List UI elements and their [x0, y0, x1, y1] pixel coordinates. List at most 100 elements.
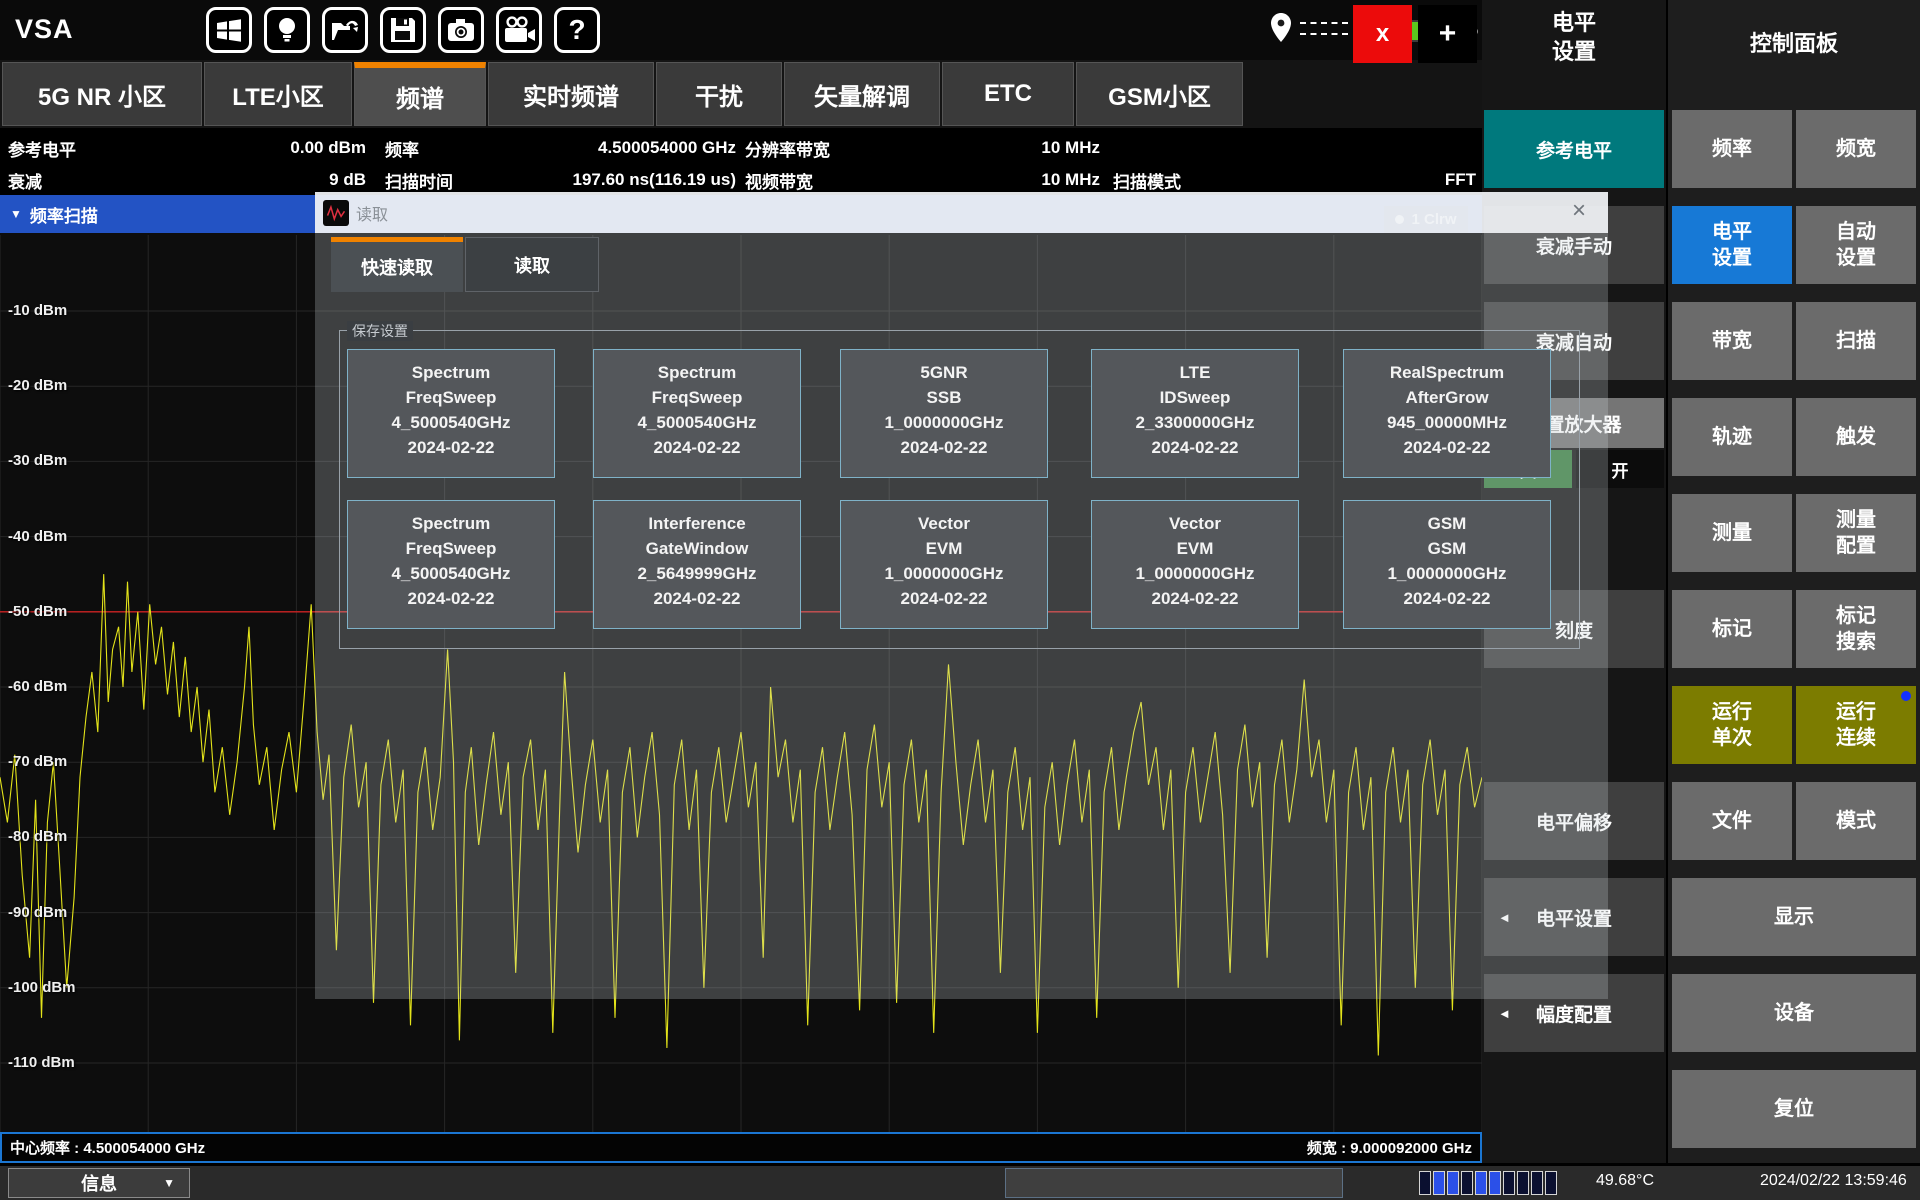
cp-button-运行连续[interactable]: 运行 连续 [1796, 686, 1916, 764]
tab-LTE小区[interactable]: LTE小区 [204, 62, 352, 126]
cp-button-测量配置[interactable]: 测量 配置 [1796, 494, 1916, 572]
add-tab-button[interactable]: + [1418, 5, 1477, 63]
cp-button-设备[interactable]: 设备 [1672, 974, 1916, 1052]
card-line: 2_3300000GHz [1092, 410, 1298, 435]
span-frequency: 频宽 : 9.000092000 GHz [1307, 1137, 1472, 1158]
saved-setting-card[interactable]: 5GNRSSB1_0000000GHz2024-02-22 [840, 349, 1048, 478]
tab-5G NR 小区[interactable]: 5G NR 小区 [2, 62, 202, 126]
card-line: Spectrum [348, 360, 554, 385]
saved-setting-card[interactable]: SpectrumFreqSweep4_5000540GHz2024-02-22 [347, 500, 555, 629]
clock: 2024/02/22 13:59:46 [1760, 1172, 1907, 1190]
camera-icon[interactable] [438, 7, 484, 53]
dialog-close-icon[interactable]: × [1572, 199, 1586, 223]
setting-分辨率带宽: 分辨率带宽10 MHz [745, 133, 1100, 163]
saved-setting-card[interactable]: RealSpectrumAfterGrow945_00000MHz2024-02… [1343, 349, 1551, 478]
cp-button-文件[interactable]: 文件 [1672, 782, 1792, 860]
card-line: 2024-02-22 [841, 435, 1047, 460]
cp-button-触发[interactable]: 触发 [1796, 398, 1916, 476]
info-dropdown[interactable]: 信息 ▼ [8, 1168, 190, 1198]
temperature: 49.68°C [1596, 1172, 1654, 1190]
card-line: 2024-02-22 [1092, 586, 1298, 611]
level-button-电平设置[interactable]: 电平设置◄ [1484, 878, 1664, 956]
control-panel-title: 控制面板 [1668, 26, 1920, 58]
close-tab-button[interactable]: x [1353, 5, 1412, 63]
setting-label: 频率 [385, 136, 419, 161]
card-line: FreqSweep [348, 385, 554, 410]
collapse-triangle-icon: ▼ [10, 207, 22, 221]
help-icon[interactable]: ? [554, 7, 600, 53]
saved-setting-card[interactable]: InterferenceGateWindow2_5649999GHz2024-0… [593, 500, 801, 629]
card-line: Vector [841, 511, 1047, 536]
dialog-tab-quick-load[interactable]: 快速读取 [331, 237, 463, 292]
saved-setting-card[interactable]: SpectrumFreqSweep4_5000540GHz2024-02-22 [347, 349, 555, 478]
saved-setting-card[interactable]: SpectrumFreqSweep4_5000540GHz2024-02-22 [593, 349, 801, 478]
cp-button-电平设置[interactable]: 电平 设置 [1672, 206, 1792, 284]
card-line: 4_5000540GHz [348, 410, 554, 435]
info-label: 信息 [81, 1170, 117, 1196]
cp-button-带宽[interactable]: 带宽 [1672, 302, 1792, 380]
card-line: 1_0000000GHz [1344, 561, 1550, 586]
cp-button-标记搜索[interactable]: 标记 搜索 [1796, 590, 1916, 668]
bulb-icon[interactable] [264, 7, 310, 53]
cp-button-频率[interactable]: 频率 [1672, 110, 1792, 188]
preamp-toggle-on[interactable]: 开 [1576, 450, 1664, 488]
tab-实时频谱[interactable]: 实时频谱 [488, 62, 654, 126]
location-pin-icon [1268, 12, 1294, 44]
y-axis-label: -60 dBm [8, 678, 67, 695]
saved-setting-card[interactable]: VectorEVM1_0000000GHz2024-02-22 [840, 500, 1048, 629]
card-line: FreqSweep [348, 536, 554, 561]
saved-setting-card[interactable]: VectorEVM1_0000000GHz2024-02-22 [1091, 500, 1299, 629]
tab-GSM小区[interactable]: GSM小区 [1076, 62, 1243, 126]
cp-button-运行单次[interactable]: 运行 单次 [1672, 686, 1792, 764]
activity-segment [1461, 1171, 1473, 1195]
level-button-电平偏移[interactable]: 电平偏移 [1484, 782, 1664, 860]
cp-button-轨迹[interactable]: 轨迹 [1672, 398, 1792, 476]
setting-label: 参考电平 [8, 136, 76, 161]
y-axis-label: -110 dBm [8, 1054, 75, 1071]
saved-setting-card[interactable]: LTEIDSweep2_3300000GHz2024-02-22 [1091, 349, 1299, 478]
cp-button-显示[interactable]: 显示 [1672, 878, 1916, 956]
cp-button-自动设置[interactable]: 自动 设置 [1796, 206, 1916, 284]
cp-button-模式[interactable]: 模式 [1796, 782, 1916, 860]
vsa-app: VSA ? 100% x + ▼ 频率扫描 1 Clrw [0, 0, 1920, 1200]
setting-label: 分辨率带宽 [745, 136, 830, 161]
setting-value: 10 MHz [1041, 170, 1100, 190]
saved-setting-card[interactable]: GSMGSM1_0000000GHz2024-02-22 [1343, 500, 1551, 629]
card-line: Vector [1092, 511, 1298, 536]
tab-频谱[interactable]: 频谱 [354, 62, 486, 126]
cp-button-扫描[interactable]: 扫描 [1796, 302, 1916, 380]
cp-button-标记[interactable]: 标记 [1672, 590, 1792, 668]
tab-ETC[interactable]: ETC [942, 62, 1074, 126]
cp-button-测量[interactable]: 测量 [1672, 494, 1792, 572]
card-line: EVM [841, 536, 1047, 561]
tab-矢量解调[interactable]: 矢量解调 [784, 62, 940, 126]
save-icon[interactable] [380, 7, 426, 53]
windows-icon[interactable] [206, 7, 252, 53]
y-axis-label: -20 dBm [8, 377, 67, 394]
setting-label: 扫描时间 [385, 168, 453, 193]
tab-干扰[interactable]: 干扰 [656, 62, 782, 126]
y-axis-label: -90 dBm [8, 904, 67, 921]
card-line: 945_00000MHz [1344, 410, 1550, 435]
cp-button-频宽[interactable]: 频宽 [1796, 110, 1916, 188]
activity-segment [1419, 1171, 1431, 1195]
setting-视频带宽: 视频带宽10 MHz [745, 165, 1100, 195]
video-icon[interactable] [496, 7, 542, 53]
y-axis-label: -100 dBm [8, 979, 76, 996]
card-line: EVM [1092, 536, 1298, 561]
cp-button-复位[interactable]: 复位 [1672, 1070, 1916, 1148]
open-icon[interactable] [322, 7, 368, 53]
setting-value: 9 dB [329, 170, 366, 190]
running-indicator-dot [1901, 691, 1911, 701]
card-line: 2024-02-22 [841, 586, 1047, 611]
level-button-幅度配置[interactable]: 幅度配置◄ [1484, 974, 1664, 1052]
setting-参考电平: 参考电平0.00 dBm [8, 133, 366, 163]
card-line: AfterGrow [1344, 385, 1550, 410]
level-button-参考电平[interactable]: 参考电平 [1484, 110, 1664, 188]
card-line: 4_5000540GHz [348, 561, 554, 586]
card-line: Spectrum [594, 360, 800, 385]
activity-segment [1433, 1171, 1445, 1195]
dialog-tab-load[interactable]: 读取 [465, 237, 599, 292]
card-line: GateWindow [594, 536, 800, 561]
setting-value: FFT [1445, 170, 1476, 190]
